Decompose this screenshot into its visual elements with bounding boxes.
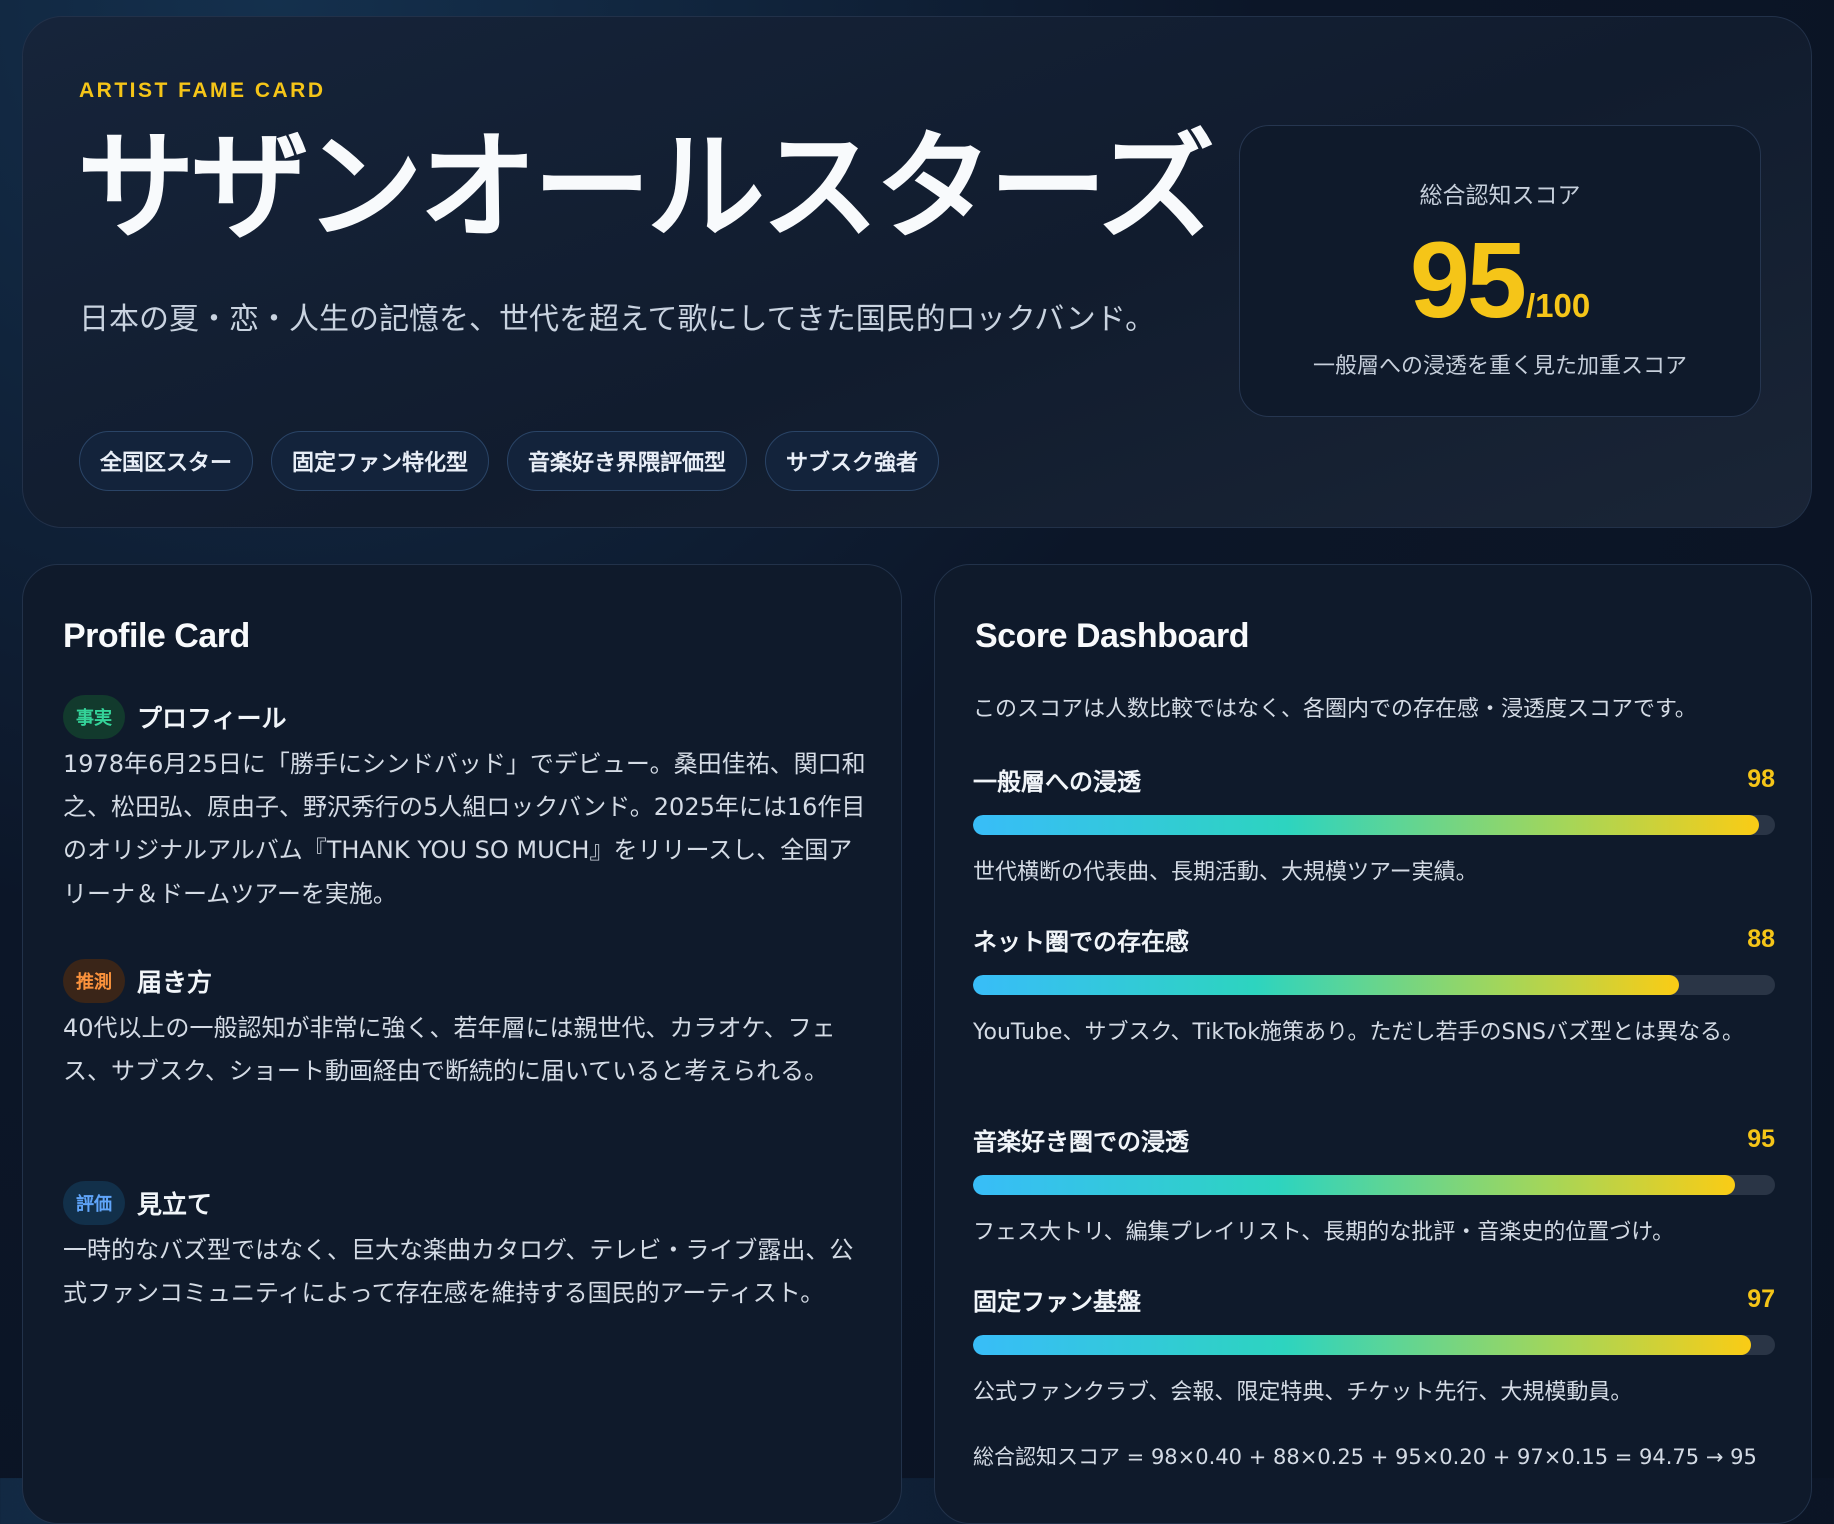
total-score-number: 95 — [1409, 219, 1527, 340]
metric-bar-fill — [973, 975, 1679, 995]
panel-title: Score Dashboard — [975, 617, 1250, 655]
dashboard-intro: このスコアは人数比較ではなく、各圏内での存在感・浸透度スコアです。 — [973, 697, 1697, 722]
profile-card: Profile Card 事実 プロフィール 1978年6月25日に「勝手にシン… — [22, 564, 902, 1524]
section-body: 40代以上の一般認知が非常に強く、若年層には親世代、カラオケ、フェス、サブスク、… — [63, 1014, 836, 1086]
metric-name: 固定ファン基盤 — [973, 1287, 1141, 1316]
total-score-note: 一般層への浸透を重く見た加重スコア — [1312, 354, 1687, 379]
tag-chip: 全国区スター — [79, 431, 254, 491]
section-header-reach: 推測 届き方 — [63, 959, 212, 1003]
metric-fan-base: 固定ファン基盤 97 公式ファンクラブ、会報、限定特典、チケット先行、大規模動員… — [973, 1281, 1775, 1413]
section-title: 届き方 — [137, 968, 213, 997]
metric-bar-track — [973, 1335, 1775, 1355]
hero-card: ARTIST FAME CARD サザンオールスターズ 日本の夏・恋・人生の記憶… — [22, 16, 1812, 528]
artist-name: サザンオールスターズ — [77, 118, 1215, 256]
metric-description: 世代横断の代表曲、長期活動、大規模ツアー実績。 — [973, 860, 1478, 885]
evaluation-badge: 評価 — [63, 1181, 125, 1225]
metric-online-presence: ネット圏での存在感 88 YouTube、サブスク、TikTok施策あり。ただし… — [973, 921, 1775, 1053]
tag-chip: 固定ファン特化型 — [271, 431, 490, 491]
metric-name: 音楽好き圏での浸透 — [973, 1127, 1189, 1156]
section-header-assessment: 評価 見立て — [63, 1181, 212, 1225]
tag-chip: 音楽好き界隈評価型 — [507, 431, 748, 491]
total-score-max: /100 — [1525, 287, 1591, 324]
tag-list: 全国区スター 固定ファン特化型 音楽好き界隈評価型 サブスク強者 — [79, 431, 940, 491]
section-body: 一時的なバズ型ではなく、巨大な楽曲カタログ、テレビ・ライブ露出、公式ファンコミュ… — [63, 1236, 854, 1308]
metric-bar-fill — [973, 1335, 1751, 1355]
eyebrow-label: ARTIST FAME CARD — [79, 79, 326, 102]
metric-music-fans: 音楽好き圏での浸透 95 フェス大トリ、編集プレイリスト、長期的な批評・音楽史的… — [973, 1121, 1775, 1253]
fact-badge: 事実 — [63, 695, 125, 739]
panel-title: Profile Card — [63, 617, 250, 655]
metric-bar-fill — [973, 1175, 1735, 1195]
metric-score: 95 — [1747, 1124, 1775, 1153]
metric-name: ネット圏での存在感 — [973, 927, 1189, 956]
metric-score: 97 — [1747, 1284, 1775, 1313]
total-score-label: 総合認知スコア — [1419, 183, 1581, 209]
inference-badge: 推測 — [63, 959, 125, 1003]
metric-description: YouTube、サブスク、TikTok施策あり。ただし若手のSNSバズ型とは異な… — [973, 1020, 1744, 1045]
metric-general-reach: 一般層への浸透 98 世代横断の代表曲、長期活動、大規模ツアー実績。 — [973, 761, 1775, 893]
section-title: 見立て — [137, 1190, 213, 1219]
metric-description: 公式ファンクラブ、会報、限定特典、チケット先行、大規模動員。 — [973, 1380, 1633, 1405]
section-body: 1978年6月25日に「勝手にシンドバッド」でデビュー。桑田佳祐、関口和之、松田… — [63, 750, 866, 908]
total-score-box: 総合認知スコア 95 /100 一般層への浸透を重く見た加重スコア — [1239, 125, 1761, 417]
score-dashboard: Score Dashboard このスコアは人数比較ではなく、各圏内での存在感・… — [934, 564, 1812, 1524]
section-title: プロフィール — [137, 704, 287, 733]
section-header-profile: 事実 プロフィール — [63, 695, 287, 739]
total-score-value: 95 /100 — [1240, 226, 1760, 334]
metric-name: 一般層への浸透 — [973, 767, 1141, 796]
metric-description: フェス大トリ、編集プレイリスト、長期的な批評・音楽史的位置づけ。 — [973, 1220, 1675, 1245]
metric-score: 88 — [1747, 924, 1775, 953]
score-formula: 総合認知スコア = 98×0.40 + 88×0.25 + 95×0.20 + … — [973, 1445, 1757, 1469]
metric-bar-track — [973, 815, 1775, 835]
artist-tagline: 日本の夏・恋・人生の記憶を、世代を超えて歌にしてきた国民的ロックバンド。 — [79, 302, 1156, 337]
tag-chip: サブスク強者 — [765, 431, 940, 491]
metric-bar-track — [973, 1175, 1775, 1195]
metric-score: 98 — [1747, 764, 1775, 793]
metric-bar-fill — [973, 815, 1759, 835]
metric-bar-track — [973, 975, 1775, 995]
